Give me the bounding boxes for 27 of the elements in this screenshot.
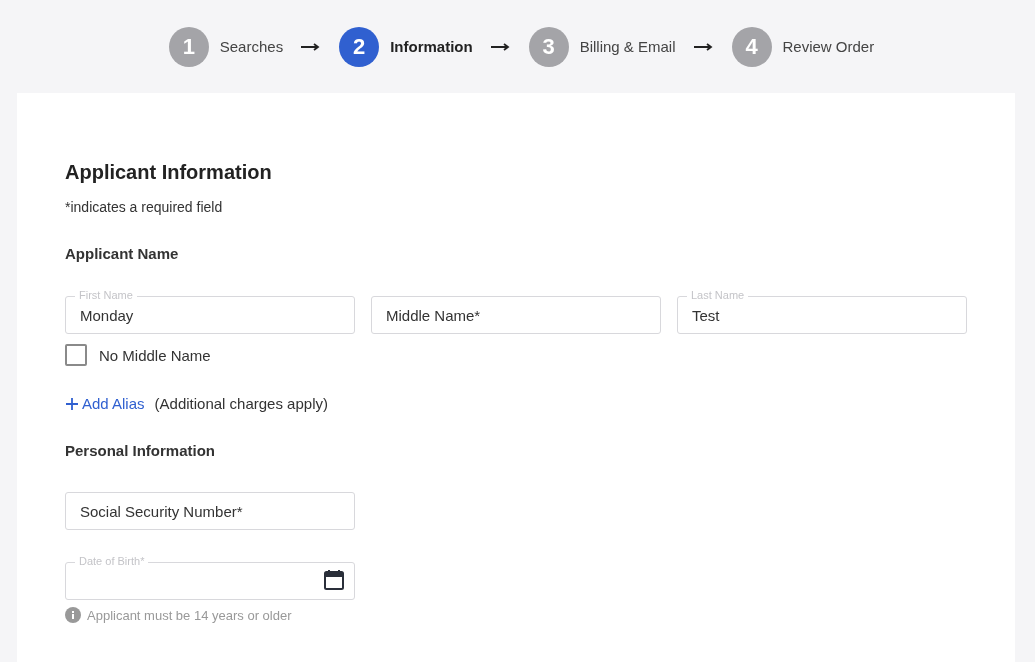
- section-heading: Personal Information: [65, 442, 217, 459]
- checkbox[interactable]: [65, 344, 87, 366]
- step-number: 2: [339, 26, 380, 67]
- field-label: First Name: [75, 288, 137, 302]
- step-number: 3: [528, 26, 569, 67]
- step-label: Billing & Email: [579, 38, 676, 55]
- step-number: 4: [731, 26, 772, 67]
- step-label: Searches: [219, 38, 284, 55]
- hint-text: Applicant must be 14 years or older: [87, 607, 292, 623]
- field-label: Last Name: [687, 288, 749, 302]
- section-title: Applicant Information: [65, 161, 273, 184]
- info-icon: [65, 607, 81, 623]
- section-heading: Applicant Name: [65, 245, 180, 262]
- step-label: Information: [390, 38, 473, 55]
- checkbox-label: No Middle Name: [99, 346, 211, 364]
- arrow-icon: [693, 42, 714, 51]
- step-number: 1: [168, 26, 209, 67]
- name-field[interactable]: Middle Name*: [371, 296, 661, 334]
- step-label: Review Order: [782, 38, 875, 55]
- arrow-icon: [301, 42, 322, 51]
- required-note: *indicates a required field: [65, 199, 224, 215]
- charges-note: (Additional charges apply): [154, 395, 328, 412]
- add-alias-link[interactable]: Add Alias: [65, 395, 145, 412]
- plus-icon: [65, 396, 79, 411]
- calendar-icon[interactable]: [323, 569, 345, 591]
- arrow-icon: [490, 42, 511, 51]
- ssn-field[interactable]: Social Security Number*: [65, 492, 355, 530]
